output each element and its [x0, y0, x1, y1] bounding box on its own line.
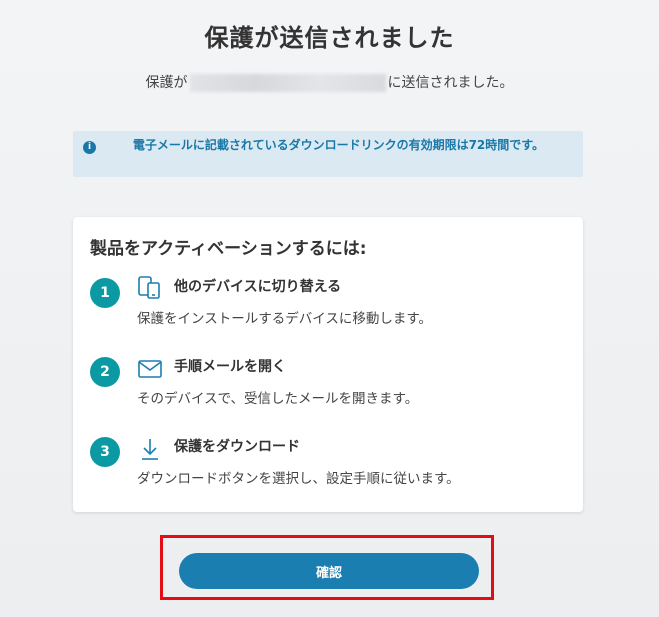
activation-card: 製品をアクティベーションするには: 1 他のデバイスに切り替える 保護をインスト… — [73, 217, 583, 512]
mail-icon — [137, 358, 163, 384]
step-title: 保護をダウンロード — [174, 439, 300, 455]
step-title: 手順メールを開く — [174, 359, 286, 375]
step-desc: 保護をインストールするデバイスに移動します。 — [137, 311, 432, 327]
sent-prefix: 保護が — [145, 75, 188, 91]
confirm-button[interactable]: 確認 — [179, 553, 479, 589]
devices-icon — [137, 274, 163, 304]
step-desc: そのデバイスで、受信したメールを開きます。 — [137, 391, 419, 407]
info-text: 電子メールに記載されているダウンロードリンクの有効期限は72時間です。 — [132, 138, 545, 152]
step-title: 他のデバイスに切り替える — [174, 279, 342, 295]
step-desc: ダウンロードボタンを選択し、設定手順に従います。 — [137, 471, 460, 487]
step-number: 2 — [90, 357, 120, 387]
card-title: 製品をアクティベーションするには: — [90, 239, 367, 259]
redacted-email — [189, 74, 386, 92]
page-title: 保護が送信されました — [204, 24, 455, 52]
download-icon — [137, 436, 163, 466]
info-icon: i — [83, 141, 96, 154]
info-banner: i 電子メールに記載されているダウンロードリンクの有効期限は72時間です。 — [73, 131, 583, 177]
step-number: 3 — [90, 437, 120, 467]
step-number: 1 — [90, 278, 120, 308]
sent-confirmation: 保護が に送信されました。 — [0, 72, 659, 92]
sent-suffix: に送信されました。 — [387, 75, 514, 91]
